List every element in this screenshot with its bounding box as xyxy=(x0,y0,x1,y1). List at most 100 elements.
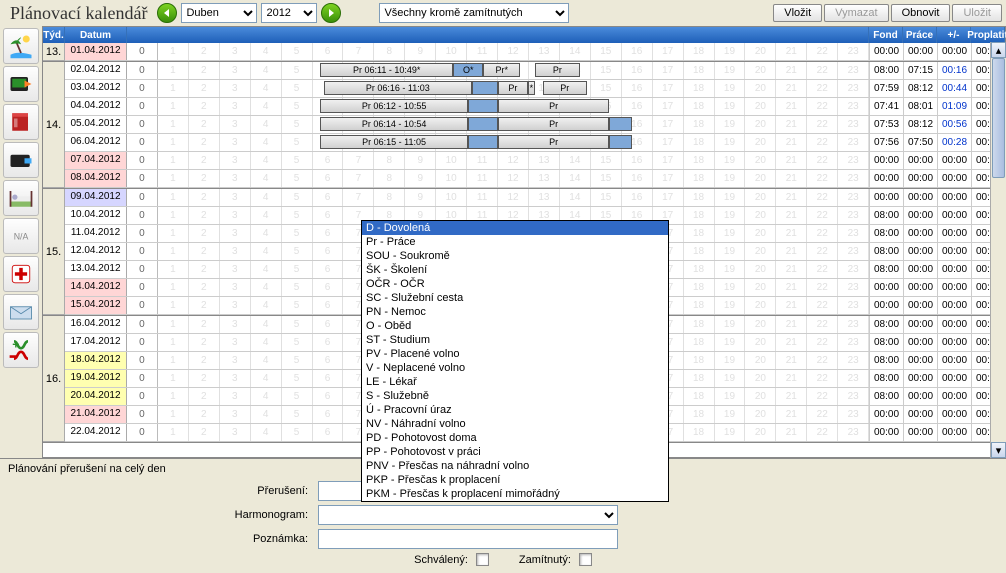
date-cell[interactable]: 16.04.2012 xyxy=(65,316,127,333)
dropdown-item[interactable]: NV - Náhradní volno xyxy=(362,417,668,431)
timeline-bar[interactable] xyxy=(468,135,498,149)
prev-month-button[interactable] xyxy=(157,3,177,23)
date-cell[interactable]: 12.04.2012 xyxy=(65,243,127,260)
timeline-bar[interactable]: Pr xyxy=(543,81,588,95)
timeline[interactable]: 01234567891011121314151617181920212223 xyxy=(127,152,869,169)
date-cell[interactable]: 01.04.2012 xyxy=(65,43,127,60)
timeline[interactable]: 01234567891011121314151617181920212223Pr… xyxy=(127,80,869,97)
timeline[interactable]: 01234567891011121314151617181920212223Pr… xyxy=(127,62,869,79)
dropdown-item[interactable]: Ú - Pracovní úraz xyxy=(362,403,668,417)
timeline-bar[interactable] xyxy=(609,135,631,149)
timeline[interactable]: 01234567891011121314151617181920212223Pr… xyxy=(127,134,869,151)
tool-export[interactable] xyxy=(3,66,39,102)
dropdown-item[interactable]: PD - Pohotovost doma xyxy=(362,431,668,445)
date-cell[interactable]: 21.04.2012 xyxy=(65,406,127,423)
dropdown-item[interactable]: PN - Nemoc xyxy=(362,305,668,319)
year-select[interactable]: 2012 xyxy=(261,3,317,23)
timeline-bar[interactable]: * xyxy=(528,81,535,95)
date-cell[interactable]: 17.04.2012 xyxy=(65,334,127,351)
day-row[interactable]: 03.04.2012012345678910111213141516171819… xyxy=(65,80,1005,98)
date-cell[interactable]: 06.04.2012 xyxy=(65,134,127,151)
timeline[interactable]: 01234567891011121314151617181920212223 xyxy=(127,43,869,60)
timeline[interactable]: 01234567891011121314151617181920212223Pr… xyxy=(127,98,869,115)
timeline-bar[interactable]: Pr 06:12 - 10:55 xyxy=(320,99,468,113)
month-select[interactable]: Duben xyxy=(181,3,257,23)
dropdown-item[interactable]: SC - Služební cesta xyxy=(362,291,668,305)
date-cell[interactable]: 11.04.2012 xyxy=(65,225,127,242)
dropdown-item[interactable]: D - Dovolená xyxy=(362,221,668,235)
obnovit-button[interactable]: Obnovit xyxy=(891,4,951,22)
day-row[interactable]: 07.04.2012012345678910111213141516171819… xyxy=(65,152,1005,170)
tool-bed[interactable] xyxy=(3,180,39,216)
interruption-dropdown-list[interactable]: D - DovolenáPr - PráceSOU - SoukroměŠK -… xyxy=(361,220,669,502)
timeline[interactable]: 01234567891011121314151617181920212223 xyxy=(127,170,869,187)
day-row[interactable]: 09.04.2012012345678910111213141516171819… xyxy=(65,189,1005,207)
date-cell[interactable]: 04.04.2012 xyxy=(65,98,127,115)
date-cell[interactable]: 07.04.2012 xyxy=(65,152,127,169)
vlozit-button[interactable]: Vložit xyxy=(773,4,822,22)
dropdown-item[interactable]: LE - Lékař xyxy=(362,375,668,389)
tool-vacation[interactable] xyxy=(3,28,39,64)
timeline-bar[interactable]: Pr xyxy=(535,63,580,77)
next-month-button[interactable] xyxy=(321,3,341,23)
date-cell[interactable]: 19.04.2012 xyxy=(65,370,127,387)
day-row[interactable]: 06.04.2012012345678910111213141516171819… xyxy=(65,134,1005,152)
timeline[interactable]: 01234567891011121314151617181920212223 xyxy=(127,189,869,206)
scroll-up-arrow[interactable]: ▴ xyxy=(991,42,1006,58)
dropdown-item[interactable]: OČR - OČR xyxy=(362,277,668,291)
timeline-bar[interactable]: Pr xyxy=(498,81,528,95)
dropdown-item[interactable]: PKM - Přesčas k proplacení mimořádný xyxy=(362,487,668,501)
schvaleny-checkbox[interactable] xyxy=(476,553,489,566)
dropdown-item[interactable]: ŠK - Školení xyxy=(362,263,668,277)
filter-select[interactable]: Všechny kromě zamítnutých xyxy=(379,3,569,23)
dropdown-item[interactable]: Pr - Práce xyxy=(362,235,668,249)
date-cell[interactable]: 09.04.2012 xyxy=(65,189,127,206)
vertical-scrollbar[interactable]: ▴ ▾ xyxy=(990,42,1006,458)
timeline-bar[interactable]: O* xyxy=(453,63,483,77)
dropdown-item[interactable]: PNV - Přesčas na náhradní volno xyxy=(362,459,668,473)
tool-add-remove[interactable]: + xyxy=(3,332,39,368)
date-cell[interactable]: 05.04.2012 xyxy=(65,116,127,133)
dropdown-item[interactable]: PV - Placené volno xyxy=(362,347,668,361)
timeline-bar[interactable] xyxy=(472,81,498,95)
day-row[interactable]: 05.04.2012012345678910111213141516171819… xyxy=(65,116,1005,134)
tool-mail[interactable] xyxy=(3,294,39,330)
scroll-thumb[interactable] xyxy=(992,58,1005,178)
dropdown-item[interactable]: PKP - Přesčas k proplacení xyxy=(362,473,668,487)
timeline-bar[interactable] xyxy=(468,117,498,131)
timeline[interactable]: 01234567891011121314151617181920212223Pr… xyxy=(127,116,869,133)
dropdown-item[interactable]: S - Služebně xyxy=(362,389,668,403)
timeline-bar[interactable]: Pr 06:16 - 11:03 xyxy=(324,81,472,95)
harmonogram-select[interactable] xyxy=(318,505,618,525)
tool-wallet[interactable] xyxy=(3,142,39,178)
vymazat-button[interactable]: Vymazat xyxy=(824,4,888,22)
tool-na[interactable]: N/A xyxy=(3,218,39,254)
timeline-bar[interactable]: Pr xyxy=(498,99,609,113)
ulozit-button[interactable]: Uložit xyxy=(952,4,1002,22)
dropdown-item[interactable]: ST - Studium xyxy=(362,333,668,347)
poznamka-input[interactable] xyxy=(318,529,618,549)
date-cell[interactable]: 02.04.2012 xyxy=(65,62,127,79)
timeline-bar[interactable]: Pr* xyxy=(483,63,520,77)
tool-medical[interactable] xyxy=(3,256,39,292)
timeline-bar[interactable]: Pr xyxy=(498,135,609,149)
date-cell[interactable]: 22.04.2012 xyxy=(65,424,127,441)
day-row[interactable]: 01.04.2012012345678910111213141516171819… xyxy=(65,43,1005,61)
timeline-bar[interactable]: Pr 06:14 - 10:54 xyxy=(320,117,468,131)
date-cell[interactable]: 15.04.2012 xyxy=(65,297,127,314)
zamitnuty-checkbox[interactable] xyxy=(579,553,592,566)
dropdown-item[interactable]: SOU - Soukromě xyxy=(362,249,668,263)
timeline-bar[interactable]: Pr 06:15 - 11:05 xyxy=(320,135,468,149)
day-row[interactable]: 08.04.2012012345678910111213141516171819… xyxy=(65,170,1005,188)
day-row[interactable]: 02.04.2012012345678910111213141516171819… xyxy=(65,62,1005,80)
scroll-down-arrow[interactable]: ▾ xyxy=(991,442,1006,458)
date-cell[interactable]: 10.04.2012 xyxy=(65,207,127,224)
timeline-bar[interactable]: Pr xyxy=(498,117,609,131)
date-cell[interactable]: 20.04.2012 xyxy=(65,388,127,405)
dropdown-item[interactable]: O - Oběd xyxy=(362,319,668,333)
date-cell[interactable]: 14.04.2012 xyxy=(65,279,127,296)
dropdown-item[interactable]: PP - Pohotovost v práci xyxy=(362,445,668,459)
date-cell[interactable]: 03.04.2012 xyxy=(65,80,127,97)
dropdown-item[interactable]: V - Neplacené volno xyxy=(362,361,668,375)
date-cell[interactable]: 18.04.2012 xyxy=(65,352,127,369)
